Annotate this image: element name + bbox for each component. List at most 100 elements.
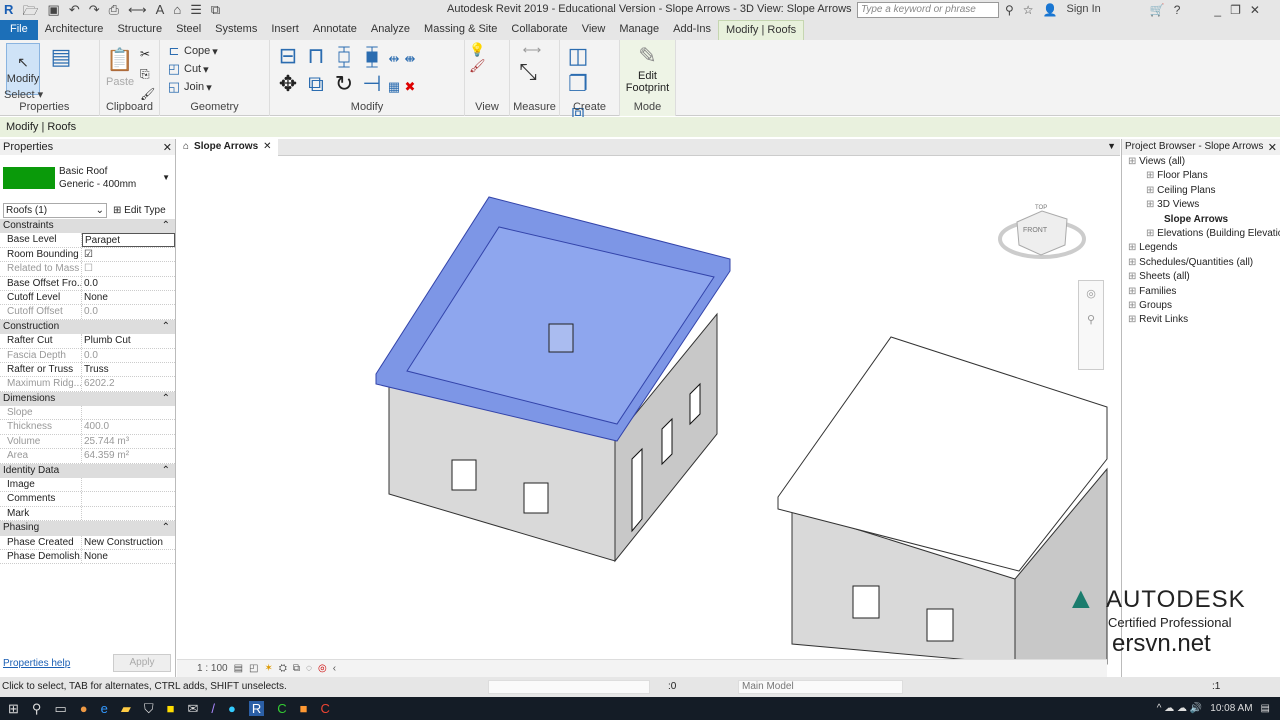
align-icon[interactable]: ⊟ <box>274 42 302 70</box>
expand-icon[interactable]: ⊞ <box>1146 199 1157 210</box>
property-group-header[interactable]: Phasing ⌃ <box>0 521 175 536</box>
offset-icon[interactable]: ⊓ <box>302 42 330 70</box>
clock[interactable]: 10:08 AM <box>1210 703 1252 714</box>
tab-slope-arrows[interactable]: ⌂ Slope Arrows ✕ <box>177 139 278 156</box>
expand-icon[interactable]: ⊞ <box>1146 170 1157 181</box>
pen-icon[interactable]: / <box>211 701 215 716</box>
star-icon[interactable]: ☆ <box>1023 3 1034 17</box>
notifications-icon[interactable]: ▤ <box>1261 703 1270 714</box>
edit-type-button[interactable]: ⊞ Edit Type <box>113 205 166 216</box>
select-dropdown[interactable]: Select ▾ Properties <box>0 88 99 113</box>
app-icon[interactable]: ● <box>228 701 236 716</box>
paste-button[interactable]: 📋 Paste <box>106 46 134 88</box>
close-icon[interactable]: ✕ <box>1268 141 1277 154</box>
reveal-hidden-icon[interactable]: ◎ <box>318 663 327 674</box>
expand-icon[interactable]: ⊞ <box>1128 300 1139 311</box>
property-group-header[interactable]: Constraints ⌃ <box>0 219 175 234</box>
instance-filter-select[interactable]: Roofs (1) ⌄ <box>3 202 107 218</box>
mirror-axis-icon[interactable]: ⧮ <box>330 42 358 70</box>
tab-steel[interactable]: Steel <box>169 20 208 40</box>
minimize-button[interactable]: _ <box>1214 3 1221 17</box>
browser-item[interactable]: ⊞ Sheets (all) <box>1124 270 1278 284</box>
cut-copy-icons[interactable]: ✂ ⎘ 🖌 <box>140 44 155 104</box>
restore-button[interactable]: ❐ <box>1230 3 1241 17</box>
browser-item[interactable]: ⊞ Floor Plans <box>1124 169 1278 183</box>
store-icon[interactable]: ⛉ <box>144 701 154 717</box>
override-icon[interactable]: 🖌 <box>469 58 486 74</box>
search-input[interactable]: Type a keyword or phrase <box>857 2 999 18</box>
expand-icon[interactable]: ⊞ <box>1128 156 1139 167</box>
type-selector[interactable]: Basic Roof Generic - 400mm ▼ <box>0 155 175 201</box>
close-tab-icon[interactable]: ✕ <box>263 141 271 154</box>
task-view-icon[interactable]: ▭ <box>54 701 66 717</box>
3d-view-canvas[interactable]: TOP FRONT ◎ ⚲ 1 : 100 ▤ ◰ ✶ ⛭ ⧉ ◌ ◎ ‹ <box>177 139 1120 677</box>
view-scale[interactable]: 1 : 100 <box>197 663 228 674</box>
cope-button[interactable]: ⊏ Cope ▾ <box>166 43 218 59</box>
filter-count[interactable]: :1 <box>1212 681 1220 692</box>
browser-item[interactable]: ⊞ Elevations (Building Elevation) <box>1124 227 1280 241</box>
crop-icon[interactable]: ⧉ <box>293 663 300 674</box>
close-icon[interactable]: ✕ <box>163 141 172 154</box>
search-icon[interactable]: ⚲ <box>32 701 42 717</box>
expand-icon[interactable]: ⊞ <box>1146 185 1157 196</box>
property-value[interactable]: Parapet <box>82 233 175 247</box>
property-value[interactable] <box>82 478 175 491</box>
browser-item[interactable]: ⊞ Legends <box>1124 241 1278 255</box>
measure-between-icon[interactable]: ⟷ <box>514 42 550 58</box>
collapse-icon[interactable]: ⌃ <box>162 320 170 334</box>
property-value[interactable]: Plumb Cut <box>82 334 175 347</box>
shadows-icon[interactable]: ⛭ <box>279 663 287 674</box>
detail-level-icon[interactable]: ▤ <box>234 663 243 674</box>
temporary-hide-icon[interactable]: ◌ <box>306 663 312 674</box>
property-value[interactable]: ☑ <box>82 248 175 261</box>
tab-list-icon[interactable]: ▼ <box>1107 141 1116 151</box>
cut-button[interactable]: ◰ Cut ▾ <box>166 61 209 77</box>
tab-annotate[interactable]: Annotate <box>306 20 364 40</box>
apply-button[interactable]: Apply <box>113 654 171 672</box>
property-group-header[interactable]: Construction ⌃ <box>0 319 175 335</box>
type-properties-button[interactable]: ▤ <box>47 43 75 71</box>
trim-icon[interactable]: ⇼ <box>402 51 418 67</box>
tab-systems[interactable]: Systems <box>208 20 264 40</box>
collapse-icon[interactable]: ⌃ <box>162 392 170 406</box>
mirror-draw-icon[interactable]: ⧯ <box>358 42 386 70</box>
expand-icon[interactable]: ⊞ <box>1128 242 1139 253</box>
tab-massing-site[interactable]: Massing & Site <box>417 20 504 40</box>
browser-item[interactable]: ⊞ 3D Views <box>1124 198 1278 212</box>
property-group-header[interactable]: Identity Data ⌃ <box>0 463 175 479</box>
tray-icons[interactable]: ^ ☁ ☁ 🔊 <box>1157 703 1202 714</box>
join-button[interactable]: ◱ Join ▾ <box>166 79 212 95</box>
property-value[interactable] <box>82 492 175 505</box>
app2-icon[interactable]: ■ <box>300 701 308 716</box>
tab-analyze[interactable]: Analyze <box>364 20 417 40</box>
chrome-icon[interactable]: ● <box>80 701 88 716</box>
design-option-select[interactable]: Main Model <box>738 680 903 694</box>
tab-architecture[interactable]: Architecture <box>38 20 111 40</box>
collapse-icon[interactable]: ⌃ <box>162 521 170 535</box>
browser-item[interactable]: Slope Arrows <box>1124 213 1278 227</box>
help-icon[interactable]: ? <box>1174 3 1181 17</box>
delete-icon[interactable]: ✖ <box>402 79 418 95</box>
workset-select[interactable] <box>488 680 650 694</box>
tab-file[interactable]: File <box>0 20 38 40</box>
steering-wheel-icon[interactable]: ◎ <box>1086 288 1096 300</box>
collapse-icon[interactable]: ⌃ <box>162 219 170 233</box>
notes-icon[interactable]: ■ <box>167 701 175 716</box>
collapse-icon[interactable]: ⌃ <box>162 464 170 478</box>
copy-icon[interactable]: ⧉ <box>302 70 330 98</box>
property-value[interactable]: New Construction <box>82 536 175 549</box>
create-similar-icon[interactable]: ❐ <box>564 70 592 98</box>
browser-item[interactable]: ⊞ Ceiling Plans <box>1124 184 1278 198</box>
tab-manage[interactable]: Manage <box>612 20 666 40</box>
visual-style-icon[interactable]: ◰ <box>249 663 258 674</box>
tab-view[interactable]: View <box>575 20 613 40</box>
tab-structure[interactable]: Structure <box>110 20 169 40</box>
browser-item[interactable]: ⊞ Views (all) <box>1124 155 1278 169</box>
expand-icon[interactable]: ⊞ <box>1128 271 1139 282</box>
property-value[interactable] <box>82 507 175 520</box>
property-value[interactable]: 0.0 <box>82 277 175 290</box>
expand-icon[interactable]: ⊞ <box>1128 257 1139 268</box>
windows-start-icon[interactable]: ⊞ <box>8 701 19 717</box>
edit-footprint-button[interactable]: ✎ Edit Footprint <box>624 42 671 94</box>
cart-icon[interactable]: 🛒 <box>1150 3 1165 17</box>
